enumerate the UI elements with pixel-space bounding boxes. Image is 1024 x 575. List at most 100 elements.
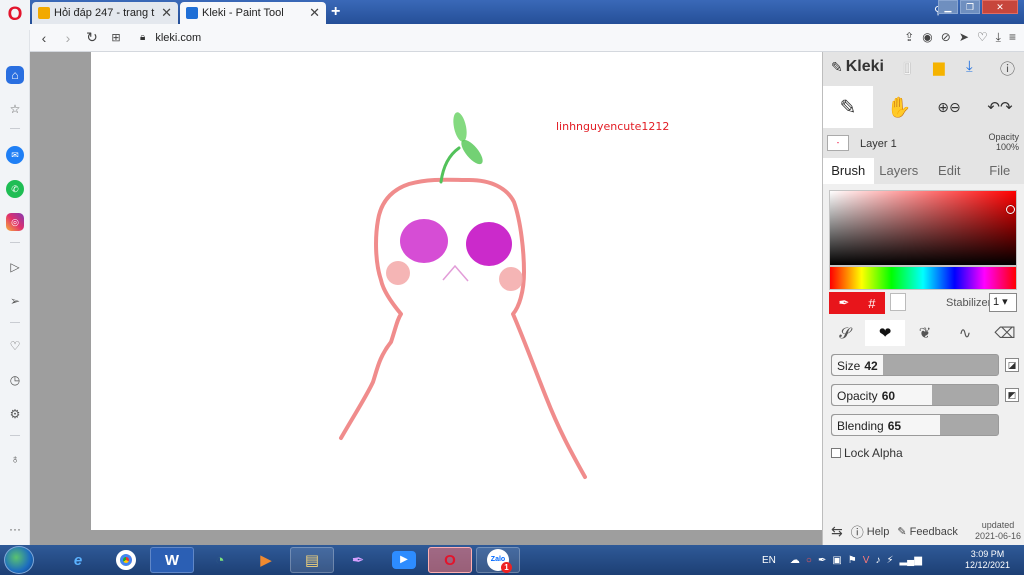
pressure-size-toggle-icon[interactable]: ◪ [1005, 358, 1019, 372]
maximize-icon[interactable]: ❐ [960, 0, 980, 14]
size-slider[interactable]: Size 42 [831, 354, 999, 376]
chrome-icon[interactable] [104, 547, 148, 573]
size-value: 42 [864, 359, 878, 373]
close-tab-icon[interactable]: ✕ [161, 5, 172, 21]
tab-edit[interactable]: Edit [924, 158, 975, 184]
taskbar-clock[interactable]: 3:09 PM 12/12/2021 [965, 549, 1010, 571]
tray-opera-icon[interactable]: ○ [806, 555, 812, 566]
pen-brush-icon[interactable]: 𝓢 [825, 320, 865, 346]
opera-logo-icon[interactable]: O [0, 0, 30, 30]
address-bar: ‹ › ↻ ⊞ 🔒︎ kleki.com ⇪ ◉ ⊘ ➤ ♡ ⤓ ≡ [30, 24, 1024, 52]
more-icon[interactable]: ··· [6, 520, 24, 538]
save-icon[interactable]: ▆ [933, 58, 945, 76]
zoom-tool-icon[interactable]: ⊕⊖ [925, 86, 973, 128]
hue-slider[interactable] [829, 266, 1017, 290]
new-tab-button[interactable]: + [331, 3, 340, 21]
back-icon[interactable]: ‹ [32, 30, 56, 46]
help-icon[interactable]: ⓘ [1000, 58, 1015, 79]
download-icon[interactable]: ⤓ [966, 58, 973, 75]
eraser-icon[interactable]: ⌫ [985, 320, 1024, 346]
whatsapp-icon[interactable]: ✆ [6, 180, 24, 198]
network-icon[interactable]: ▂▄▆ [899, 555, 921, 566]
primary-color-box[interactable]: ✒ # [829, 292, 885, 314]
tab-file[interactable]: File [975, 158, 1024, 184]
tab-hoidap[interactable]: Hỏi đáp 247 - trang tra lời ✕ [32, 2, 178, 24]
drawing-canvas[interactable]: linhnguyencute1212 [91, 52, 822, 530]
feedback-link[interactable]: ✎ Feedback [897, 525, 958, 539]
download-icon[interactable]: ⤓ [996, 30, 1001, 45]
tab-brush[interactable]: Brush [823, 158, 874, 184]
reload-icon[interactable]: ↻ [80, 29, 104, 46]
share-icon[interactable]: ⇪ [904, 30, 914, 45]
menu-icon[interactable]: ≡ [1009, 30, 1016, 45]
player-icon[interactable]: ▷ [6, 258, 24, 276]
tray-chat-icon[interactable]: ☁ [790, 555, 800, 566]
eyedropper-icon[interactable]: ✒ [838, 295, 849, 311]
opacity-slider[interactable]: Opacity 60 [831, 384, 999, 406]
history-icon[interactable]: ◷ [6, 371, 24, 389]
secondary-color-swatch[interactable] [890, 293, 906, 311]
camera-icon[interactable]: ◉ [922, 30, 932, 45]
settings-icon[interactable]: ⚙ [6, 405, 24, 423]
forward-icon[interactable]: › [56, 30, 80, 46]
updated-info[interactable]: updated 2021-06-16 [975, 520, 1021, 542]
start-button[interactable] [4, 546, 34, 574]
close-tab-icon[interactable]: ✕ [309, 5, 320, 21]
tray-app-icon[interactable]: ▣ [832, 555, 841, 566]
bulb-icon[interactable]: ♁ [6, 450, 24, 468]
minimize-icon[interactable]: ▁ [938, 0, 958, 14]
opera-taskbar-icon[interactable]: O [428, 547, 472, 573]
lock-alpha-box[interactable] [831, 448, 841, 458]
lock-alpha-checkbox[interactable]: Lock Alpha [831, 446, 903, 460]
pressure-opacity-toggle-icon[interactable]: ◩ [1005, 388, 1019, 402]
tab-kleki[interactable]: Kleki - Paint Tool ✕ [180, 2, 326, 24]
kleki-logo[interactable]: ✎ Kleki [831, 58, 884, 76]
send-icon[interactable]: ➢ [6, 292, 24, 310]
close-window-icon[interactable]: ✕ [982, 0, 1018, 14]
smooth-brush-icon[interactable]: ∿ [945, 320, 985, 346]
opera-sidebar: ⌂ ☆ ✉ ✆ ◎ ▷ ➢ ♡ ◷ ⚙ ♁ ··· [0, 30, 30, 545]
stabilizer-select[interactable]: 1 ▾ [989, 293, 1017, 312]
help-link[interactable]: ⓘ Help [851, 522, 890, 541]
adblock-icon[interactable]: ⊘ [941, 30, 951, 45]
tray-v-icon[interactable]: V [863, 555, 870, 566]
heart-icon[interactable]: ♡ [977, 30, 988, 45]
color-picker-handle[interactable] [1006, 205, 1015, 214]
power-icon[interactable]: ⚡ [886, 555, 893, 566]
swap-side-icon[interactable]: ⇆ [831, 523, 843, 540]
layer-preview[interactable]: - Layer 1 Opacity 100% [823, 130, 1024, 158]
url-text[interactable]: kleki.com [155, 32, 201, 44]
star-icon[interactable]: ☆ [6, 100, 24, 118]
blend-brush-icon[interactable]: ❤ [865, 320, 905, 346]
volume-icon[interactable]: ♪ [875, 555, 880, 566]
home-icon[interactable]: ⌂ [6, 66, 24, 84]
undo-redo-icon[interactable]: ↶↷ [977, 86, 1023, 128]
tray-pen-icon[interactable]: ✒ [818, 555, 826, 566]
send-icon[interactable]: ➤ [959, 30, 969, 45]
pen-app-icon[interactable]: ✒ [336, 547, 380, 573]
instagram-icon[interactable]: ◎ [6, 213, 24, 231]
lock-icon[interactable]: 🔒︎ [140, 32, 145, 43]
coccoc-icon[interactable]: ◔ [198, 547, 242, 573]
heart-icon[interactable]: ♡ [6, 337, 24, 355]
word-icon[interactable]: W [150, 547, 194, 573]
tray-flag-icon[interactable]: ⚑ [848, 555, 857, 566]
hex-input-icon[interactable]: # [868, 296, 875, 311]
new-image-icon[interactable]: ▯ [903, 58, 911, 76]
color-picker-field[interactable] [829, 190, 1017, 266]
file-explorer-icon[interactable]: ▤ [290, 547, 334, 573]
sketchy-brush-icon[interactable]: ❦ [905, 320, 945, 346]
lock-alpha-label: Lock Alpha [844, 446, 903, 460]
tab-layers[interactable]: Layers [874, 158, 925, 184]
messenger-icon[interactable]: ✉ [6, 146, 24, 164]
language-indicator[interactable]: EN [762, 555, 776, 566]
zalo-icon[interactable]: Zalo 1 [476, 547, 520, 573]
brush-tool-icon[interactable]: ✎ [823, 86, 873, 128]
ie-icon[interactable]: e [56, 547, 100, 573]
hand-tool-icon[interactable]: ✋ [877, 86, 921, 128]
tabs-grid-icon[interactable]: ⊞ [104, 31, 128, 44]
zoom-icon[interactable]: ▶ [382, 547, 426, 573]
kleki-workspace[interactable]: linhnguyencute1212 [30, 52, 822, 545]
media-player-icon[interactable]: ▶ [244, 547, 288, 573]
blending-slider[interactable]: Blending 65 [831, 414, 999, 436]
